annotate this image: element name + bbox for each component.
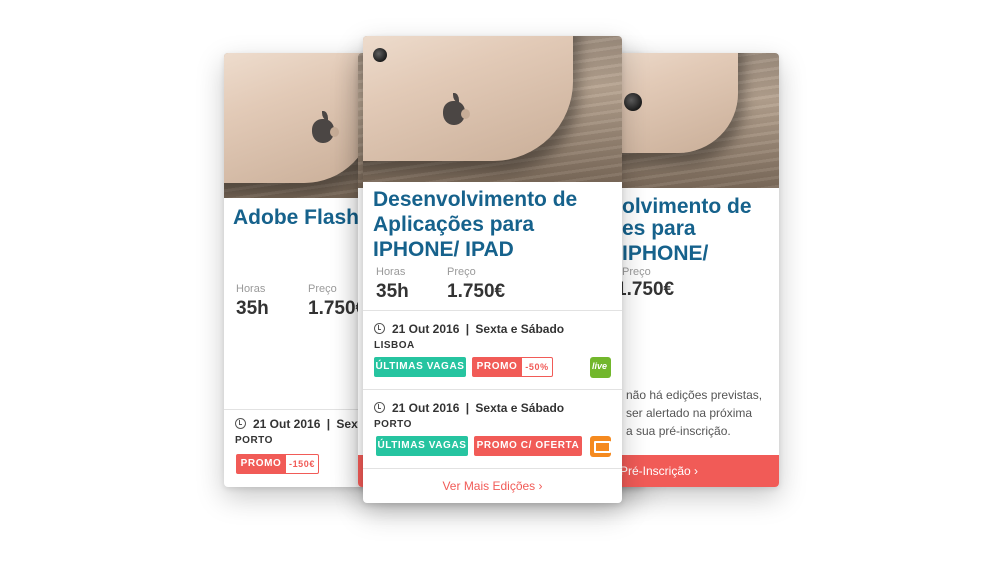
see-more-editions-link[interactable]: Ver Mais Edições › (363, 479, 622, 493)
divider (363, 468, 622, 469)
edition-schedule: Sexta e Sábado (475, 322, 565, 336)
promo-offer-tag[interactable]: PROMO C/ OFERTA (474, 436, 582, 456)
apple-logo-icon (443, 93, 470, 125)
clock-icon (374, 402, 385, 413)
live-icon[interactable]: live (590, 357, 611, 378)
course-card-iphone-ipad[interactable]: Desenvolvimento de Aplicações para IPHON… (363, 36, 622, 503)
screen-icon[interactable] (590, 436, 611, 457)
camera-lens-icon (624, 93, 642, 111)
divider (363, 389, 622, 390)
edition-date-text: 21 Out 2016 (253, 417, 321, 431)
clock-icon (235, 418, 246, 429)
clock-icon (374, 323, 385, 334)
edition-separator: | (326, 417, 331, 431)
no-editions-message: não há edições previstas, ser alertado n… (626, 386, 776, 440)
divider (363, 310, 622, 311)
price-label: Preço (622, 266, 651, 278)
hours-label: Horas (376, 266, 406, 278)
price-value: 1.750€ (447, 281, 506, 302)
hours-label: Horas (236, 283, 266, 295)
discount-tag[interactable]: -150€ (286, 454, 319, 474)
last-spots-tag[interactable]: ÚLTIMAS VAGAS (374, 357, 466, 377)
edition-city: LISBOA (374, 340, 415, 351)
promo-tag[interactable]: PROMO (472, 357, 522, 377)
edition-separator: | (465, 322, 470, 336)
message-line-2: ser alertado na próxima (626, 406, 753, 420)
course-title[interactable]: Adobe Flash (233, 205, 359, 230)
price-label: Preço (308, 283, 337, 295)
message-line-1: não há edições previstas, (626, 388, 763, 402)
edition-city: PORTO (235, 435, 273, 446)
discount-tag[interactable]: -50% (522, 357, 553, 377)
pre-registration-label: Pré-Inscrição › (620, 464, 699, 478)
camera-lens-icon (373, 48, 387, 62)
price-value: 1.750€ (616, 279, 675, 300)
course-title[interactable]: Desenvolvimento de Aplicações para IPHON… (373, 187, 618, 262)
edition-separator: | (465, 401, 470, 415)
course-photo (363, 36, 622, 182)
message-line-3: a sua pré-inscrição. (626, 424, 731, 438)
price-label: Preço (447, 266, 476, 278)
edition-date-text: 21 Out 2016 (392, 401, 460, 415)
hours-value: 35h (236, 298, 269, 319)
edition-city: PORTO (374, 419, 412, 430)
hours-value: 35h (376, 281, 409, 302)
edition-date: 21 Out 2016 | Sexta e Sábado (374, 401, 564, 415)
edition-date-text: 21 Out 2016 (392, 322, 460, 336)
edition-date: 21 Out 2016 | Sexta e Sábado (374, 322, 564, 336)
edition-schedule: Sexta e Sábado (475, 401, 565, 415)
live-icon-text: live (592, 361, 608, 371)
course-title-line2[interactable]: es para IPHONE/ (622, 216, 779, 266)
promo-tag[interactable]: PROMO (236, 454, 286, 474)
last-spots-tag[interactable]: ÚLTIMAS VAGAS (376, 436, 468, 456)
apple-logo-icon (312, 111, 339, 143)
